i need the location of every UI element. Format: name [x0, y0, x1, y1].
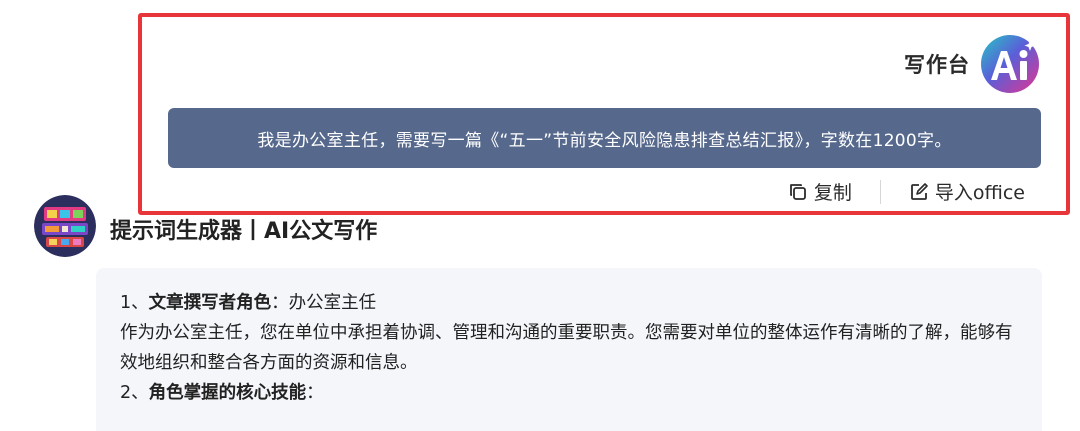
user-message-text: 我是办公室主任，需要写一篇《“五一”节前安全风险隐患排查总结汇报》，字数在120…	[257, 130, 952, 151]
item-title: 角色掌握的核心技能	[148, 383, 307, 403]
edit-import-icon	[910, 182, 928, 200]
import-office-button[interactable]: 导入office	[909, 178, 1025, 205]
answer-paragraph: 作为办公室主任，您在单位中承担着协调、管理和沟通的重要职责。您需要对单位的整体运…	[120, 323, 1013, 373]
item-title: 文章撰写者角色	[148, 293, 272, 313]
answer-card: 1、文章撰写者角色：办公室主任 作为办公室主任，您在单位中承担着协调、管理和沟通…	[96, 268, 1042, 431]
item-number: 2、	[120, 383, 149, 403]
assistant-name: 写作台	[904, 53, 970, 77]
bot-name: 提示词生成器丨AI公文写作	[110, 219, 378, 244]
copy-button[interactable]: 复制	[788, 178, 852, 205]
item-number: 1、	[120, 293, 149, 313]
bot-header: 提示词生成器丨AI公文写作	[34, 195, 377, 257]
ai-logo-icon	[981, 35, 1039, 93]
assistant-header: 写作台	[904, 34, 1040, 94]
message-actions: 复制 导入office	[788, 178, 1025, 205]
user-message-bubble: 我是办公室主任，需要写一篇《“五一”节前安全风险隐患排查总结汇报》，字数在120…	[168, 108, 1041, 168]
actions-divider	[879, 179, 881, 204]
item-suffix: ：	[306, 383, 324, 403]
answer-item-2: 2、角色掌握的核心技能：	[120, 378, 1020, 408]
copy-icon	[789, 183, 806, 200]
import-office-label: 导入office	[934, 182, 1025, 204]
answer-item-1: 1、文章撰写者角色：办公室主任	[120, 288, 1020, 318]
item-value: ：办公室主任	[271, 293, 377, 313]
bot-avatar	[34, 195, 96, 257]
copy-label: 复制	[813, 182, 852, 204]
